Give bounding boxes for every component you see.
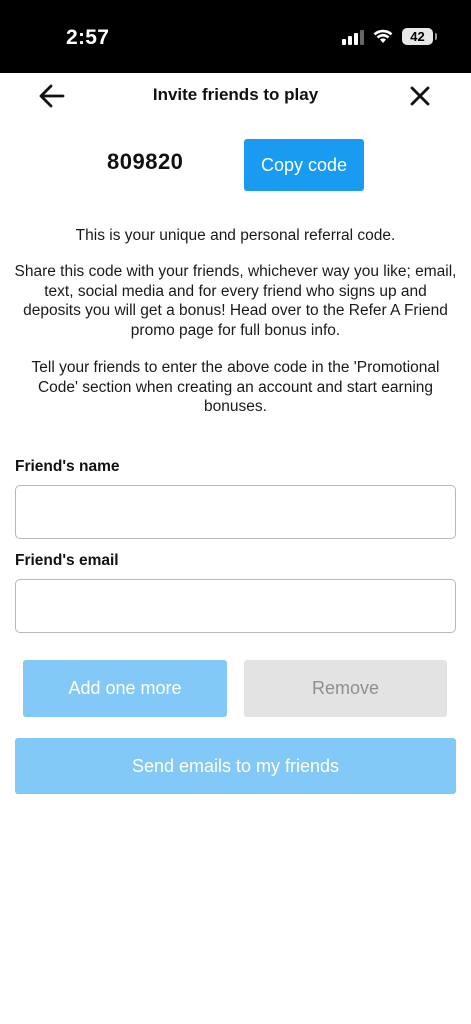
friend-name-label: Friend's name bbox=[15, 458, 120, 475]
friend-name-input[interactable] bbox=[15, 485, 456, 539]
friend-email-input[interactable] bbox=[15, 579, 456, 633]
friend-email-label: Friend's email bbox=[15, 552, 119, 569]
wifi-icon bbox=[373, 29, 393, 44]
remove-button[interactable]: Remove bbox=[244, 660, 447, 717]
status-icons: 42 bbox=[342, 28, 437, 45]
copy-code-button[interactable]: Copy code bbox=[244, 139, 364, 191]
header: Invite friends to play bbox=[0, 73, 471, 119]
battery-level: 42 bbox=[410, 29, 425, 44]
close-icon[interactable] bbox=[407, 83, 433, 109]
share-info-text: Share this code with your friends, which… bbox=[14, 263, 457, 339]
status-time: 2:57 bbox=[66, 26, 110, 49]
send-emails-button[interactable]: Send emails to my friends bbox=[15, 738, 456, 794]
referral-code-row: 809820 Copy code bbox=[0, 139, 471, 192]
add-one-more-button[interactable]: Add one more bbox=[23, 660, 227, 717]
referral-code: 809820 bbox=[107, 149, 184, 174]
referral-info-text: This is your unique and personal referra… bbox=[75, 227, 396, 244]
status-bar: 2:57 42 bbox=[0, 0, 471, 73]
signal-icon bbox=[342, 29, 364, 45]
battery-icon: 42 bbox=[402, 28, 437, 45]
page-title: Invite friends to play bbox=[152, 85, 319, 104]
promo-info-text: Tell your friends to enter the above cod… bbox=[31, 359, 440, 415]
